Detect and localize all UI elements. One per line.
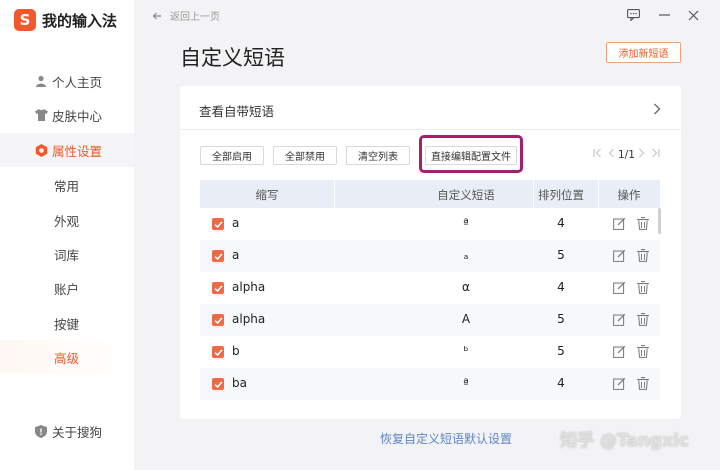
edit-icon[interactable] [613, 281, 626, 297]
sidebar-item-properties[interactable]: 属性设置 [0, 133, 134, 167]
sidebar-item-label: 属性设置 [52, 143, 103, 159]
sidebar-item-keys[interactable]: 按键 [0, 306, 134, 340]
sidebar-item-common[interactable]: 常用 [0, 168, 134, 202]
delete-icon[interactable] [637, 281, 649, 297]
disable-all-button[interactable]: 全部禁用 [273, 146, 337, 165]
enable-all-button[interactable]: 全部启用 [200, 146, 264, 165]
edit-icon[interactable] [613, 313, 626, 329]
row-checkbox[interactable] [212, 250, 224, 262]
sogou-logo-icon: S [14, 9, 36, 31]
back-link[interactable]: 返回上一页 [152, 8, 220, 23]
sidebar-item-label: 高级 [54, 350, 80, 366]
watermark: 知乎 @Tangxic [560, 431, 689, 451]
delete-icon[interactable] [637, 217, 649, 233]
back-label: 返回上一页 [170, 12, 220, 23]
edit-icon[interactable] [613, 249, 626, 265]
shield-icon [34, 424, 48, 438]
prev-page-icon[interactable] [608, 148, 615, 161]
row-checkbox[interactable] [212, 314, 224, 326]
last-page-icon[interactable] [651, 148, 660, 161]
row-position: 5 [557, 248, 565, 262]
sidebar-item-label: 账户 [54, 281, 80, 297]
sidebar-item-about[interactable]: 关于搜狗 [0, 414, 134, 448]
row-abbr: alpha [232, 280, 266, 294]
edit-icon[interactable] [613, 217, 626, 233]
next-page-icon[interactable] [638, 148, 645, 161]
sidebar-item-label: 关于搜狗 [52, 424, 103, 440]
sidebar-item-skins[interactable]: 皮肤中心 [0, 98, 134, 132]
edit-icon[interactable] [613, 345, 626, 361]
shirt-icon [34, 108, 48, 122]
sidebar-item-label: 词库 [54, 247, 80, 263]
app-logo: S 我的输入法 [14, 9, 117, 31]
delete-icon[interactable] [637, 377, 649, 393]
first-page-icon[interactable] [593, 148, 602, 161]
page-indicator: 1/1 [618, 148, 635, 161]
table-row: b ᵇ 5 [200, 336, 660, 368]
row-position: 4 [557, 280, 565, 294]
row-abbr: a [232, 216, 240, 230]
person-icon [34, 74, 48, 88]
app-title: 我的输入法 [42, 11, 118, 30]
clear-list-button[interactable]: 清空列表 [346, 146, 410, 165]
topbar: 返回上一页 [134, 0, 720, 32]
settings-icon [34, 143, 48, 157]
row-abbr: alpha [232, 312, 266, 326]
table-row: alpha Α 5 [200, 304, 660, 336]
table-row: a ₐ 5 [200, 240, 660, 272]
view-builtin-label: 查看自带短语 [199, 104, 275, 119]
sidebar-item-account[interactable]: 账户 [0, 271, 134, 305]
sidebar-item-appearance[interactable]: 外观 [0, 203, 134, 237]
page-title: 自定义短语 [180, 46, 285, 70]
row-abbr: b [232, 344, 240, 358]
sidebar-item-label: 按键 [54, 316, 80, 332]
col-abbr: 缩写 [255, 188, 279, 202]
pager: 1/1 [590, 148, 663, 161]
table-scrollbar[interactable] [658, 208, 661, 234]
highlight-annotation [419, 135, 523, 173]
sidebar-item-label: 外观 [54, 213, 80, 229]
close-icon[interactable] [685, 7, 701, 23]
sidebar-item-profile[interactable]: 个人主页 [0, 64, 134, 98]
edit-icon[interactable] [613, 377, 626, 393]
table-row: alpha α 4 [200, 272, 660, 304]
sidebar-item-label: 皮肤中心 [52, 108, 103, 124]
row-position: 5 [557, 312, 565, 326]
table-row: a ª 4 [200, 208, 660, 240]
row-position: 4 [557, 216, 565, 230]
view-builtin-phrases-row[interactable]: 查看自带短语 [180, 86, 681, 130]
delete-icon[interactable] [637, 249, 649, 265]
sidebar: S 我的输入法 个人主页 皮肤中心 属性设置 常用 外观 词库 账户 按键 高级 [0, 0, 134, 470]
delete-icon[interactable] [637, 313, 649, 329]
row-abbr: a [232, 248, 240, 262]
col-actions: 操作 [617, 188, 641, 202]
sidebar-item-lexicon[interactable]: 词库 [0, 237, 134, 271]
feedback-icon[interactable] [625, 7, 641, 23]
minimize-icon[interactable] [656, 7, 672, 23]
row-checkbox[interactable] [212, 282, 224, 294]
restore-defaults-link[interactable]: 恢复自定义短语默认设置 [380, 430, 512, 447]
row-checkbox[interactable] [212, 218, 224, 230]
row-position: 4 [557, 376, 565, 390]
add-phrase-button[interactable]: 添加新短语 [606, 42, 681, 63]
row-checkbox[interactable] [212, 346, 224, 358]
chevron-right-icon [653, 100, 661, 119]
arrow-left-icon [152, 12, 161, 19]
row-abbr: ba [232, 376, 247, 390]
sidebar-item-label: 常用 [54, 178, 80, 194]
delete-icon[interactable] [637, 345, 649, 361]
sidebar-item-label: 个人主页 [52, 74, 103, 90]
phrases-panel: 查看自带短语 全部启用 全部禁用 清空列表 直接编辑配置文件 1/1 缩写 自定… [180, 86, 681, 419]
table-row: ba ª 4 [200, 368, 660, 400]
table-header: 缩写 自定义短语 排列位置 操作 [200, 180, 660, 208]
sidebar-item-advanced[interactable]: 高级 [0, 340, 134, 374]
row-checkbox[interactable] [212, 378, 224, 390]
row-position: 5 [557, 344, 565, 358]
